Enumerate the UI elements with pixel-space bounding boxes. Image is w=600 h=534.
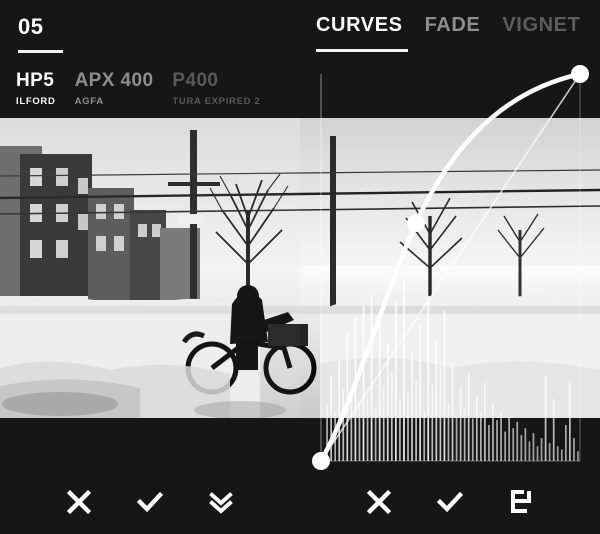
close-icon <box>366 489 392 515</box>
right-header: CURVES FADE VIGNET <box>300 0 600 118</box>
left-pane: 05 HP5 ILFORD APX 400 AGFA P400 TURA EXP… <box>0 0 300 534</box>
double-chevron-icon <box>208 489 234 515</box>
photo-preview-edited[interactable] <box>300 118 600 418</box>
step-underline <box>18 50 63 53</box>
left-toolbar <box>0 470 300 534</box>
adjustment-tabs: CURVES FADE VIGNET <box>316 14 600 37</box>
cancel-button[interactable] <box>363 486 395 518</box>
tab-vignette[interactable]: VIGNET <box>502 14 580 37</box>
film-stock-name: P400 <box>172 70 219 91</box>
film-stock-p400[interactable]: P400 TURA EXPIRED 2 <box>172 70 260 107</box>
photo-editor-app: 05 HP5 ILFORD APX 400 AGFA P400 TURA EXP… <box>0 0 600 534</box>
film-stock-brand: TURA EXPIRED 2 <box>172 96 261 107</box>
tab-fade[interactable]: FADE <box>425 14 481 37</box>
film-stock-hp5[interactable]: HP5 ILFORD <box>16 70 56 107</box>
right-toolbar <box>300 470 600 534</box>
reset-button[interactable] <box>505 486 537 518</box>
photo-preview-original[interactable] <box>0 118 300 418</box>
apply-button[interactable] <box>134 486 166 518</box>
check-icon <box>136 489 164 515</box>
reset-arrow-icon <box>508 489 534 515</box>
right-pane: CURVES FADE VIGNET <box>300 0 600 534</box>
film-stock-list: HP5 ILFORD APX 400 AGFA P400 TURA EXPIRE… <box>16 70 280 107</box>
check-icon <box>436 489 464 515</box>
film-stock-brand: ILFORD <box>16 96 56 107</box>
active-tab-underline <box>316 49 408 52</box>
left-header: 05 HP5 ILFORD APX 400 AGFA P400 TURA EXP… <box>0 0 300 118</box>
apply-button[interactable] <box>434 486 466 518</box>
close-icon <box>66 489 92 515</box>
compare-button[interactable] <box>205 486 237 518</box>
film-stock-name: APX 400 <box>74 70 154 91</box>
step-number: 05 <box>18 14 44 39</box>
cancel-button[interactable] <box>63 486 95 518</box>
tab-curves[interactable]: CURVES <box>316 14 403 37</box>
film-stock-brand: AGFA <box>74 96 104 107</box>
film-stock-apx400[interactable]: APX 400 AGFA <box>75 70 154 107</box>
film-stock-name: HP5 <box>16 70 55 91</box>
